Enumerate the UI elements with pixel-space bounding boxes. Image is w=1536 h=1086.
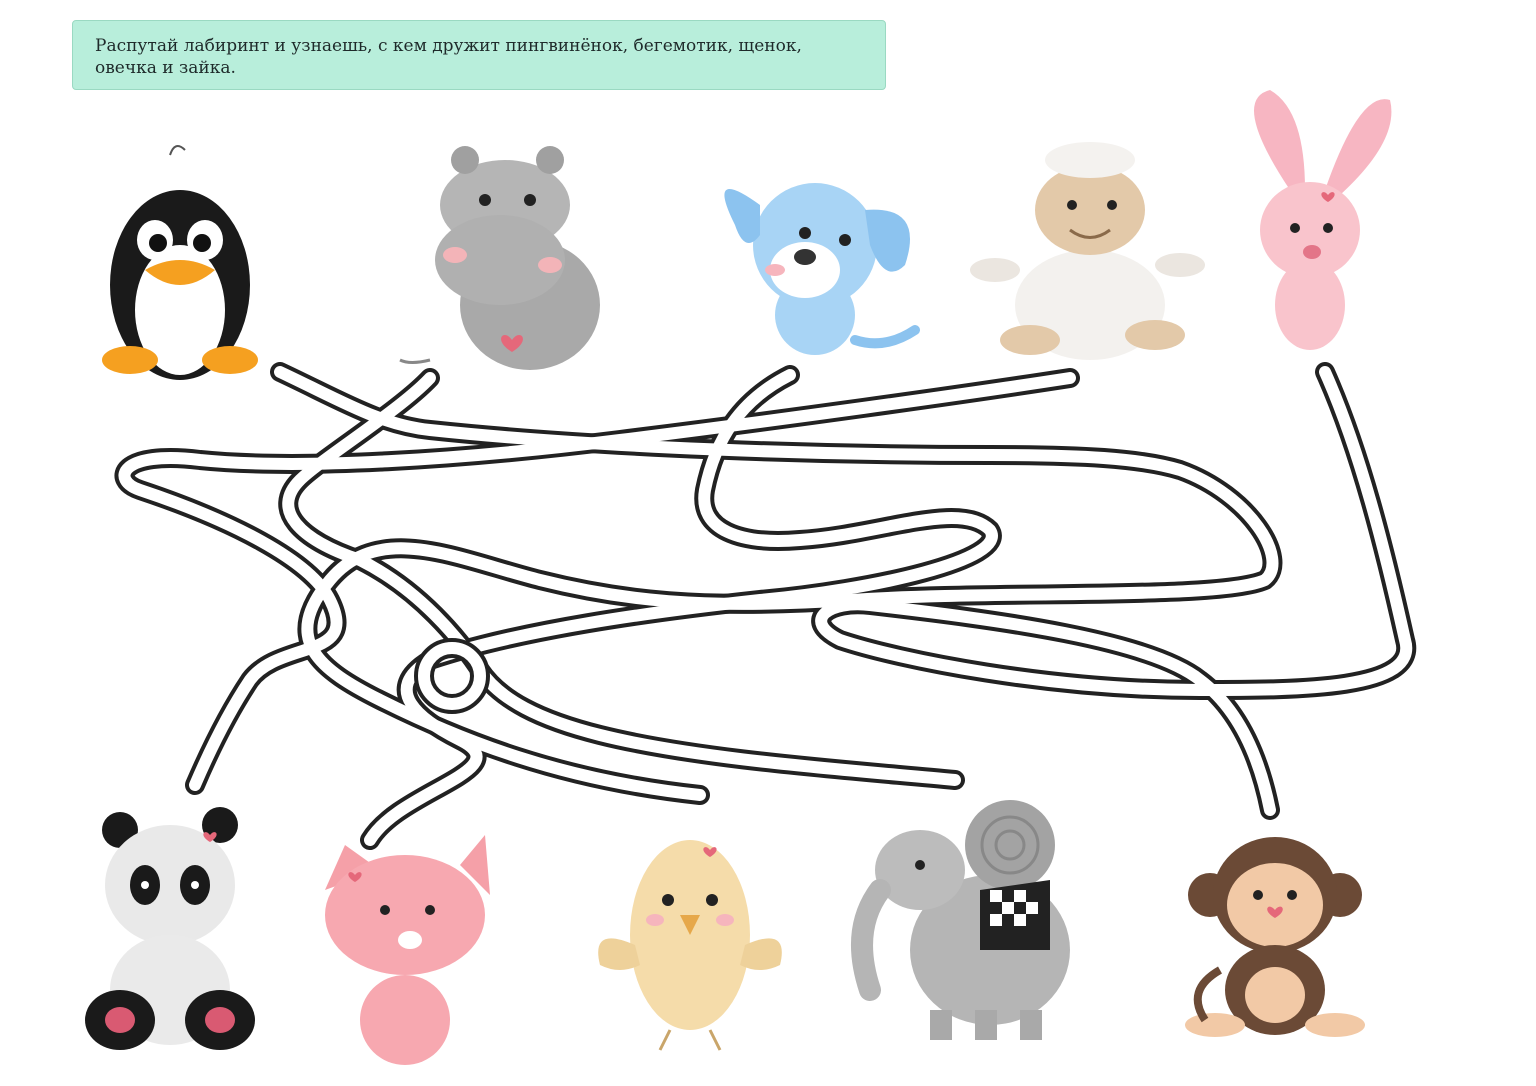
maze-scene	[85, 90, 1417, 1065]
maze	[114, 362, 1417, 850]
bunny-icon	[1254, 90, 1392, 350]
chick-icon	[598, 840, 782, 1051]
puppy-icon	[724, 183, 920, 355]
maze-loop	[414, 638, 490, 714]
kitten-icon	[325, 835, 490, 1065]
monkey-icon	[1185, 837, 1365, 1037]
hippo-icon	[399, 146, 600, 370]
elephant-icon	[851, 800, 1070, 1040]
panda-icon	[85, 807, 255, 1050]
penguin-icon	[102, 145, 258, 380]
sheep-icon	[970, 142, 1205, 360]
